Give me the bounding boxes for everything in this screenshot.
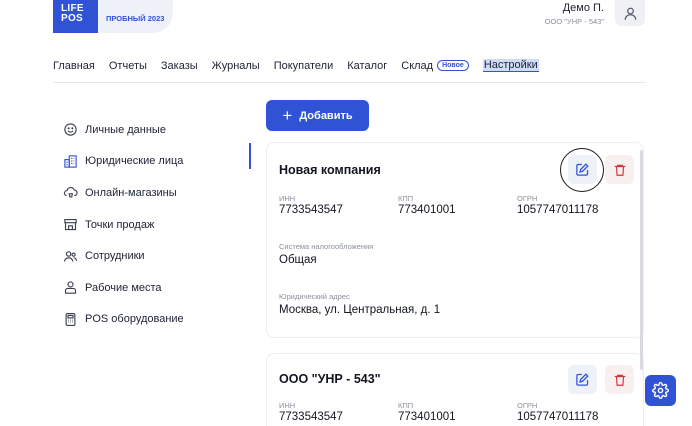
sidebar-item-label: Онлайн-магазины xyxy=(85,186,177,199)
smile-icon xyxy=(62,122,78,138)
kpp-value: 773401001 xyxy=(398,411,456,423)
sidebar-item-legal-entities[interactable]: Юридические лица xyxy=(62,146,252,178)
ogrn-label: ОГРН xyxy=(517,194,538,203)
sidebar-item-pos-equipment[interactable]: POS оборудование xyxy=(62,304,252,336)
trial-label: ПРОБНЫЙ 2023 xyxy=(106,14,165,23)
add-button-label: Добавить xyxy=(299,109,353,122)
logo-line2: POS xyxy=(61,13,84,24)
trash-icon xyxy=(614,164,625,176)
address-label: Юридический адрес xyxy=(279,292,350,301)
new-badge: Новое xyxy=(437,60,469,71)
cloud-shop-icon xyxy=(62,185,78,201)
brand-header: LIFE POS ПРОБНЫЙ 2023 xyxy=(53,0,173,33)
nav-item-orders[interactable]: Заказы xyxy=(161,60,198,72)
nav-item-journals[interactable]: Журналы xyxy=(212,60,260,72)
users-icon xyxy=(62,248,78,264)
kpp-value: 773401001 xyxy=(398,204,456,216)
ogrn-value: 1057747011178 xyxy=(517,204,599,216)
edit-icon xyxy=(576,163,589,176)
content-scrollbar[interactable] xyxy=(640,150,643,370)
company-card: Новая компания ИНН 7733543547 КПП 773401… xyxy=(266,142,644,338)
logo[interactable]: LIFE POS xyxy=(53,0,98,33)
nav-item-reports[interactable]: Отчеты xyxy=(109,60,147,72)
nav-item-warehouse[interactable]: Склад Новое xyxy=(401,60,469,72)
sidebar-item-personal-data[interactable]: Личные данные xyxy=(62,114,252,146)
nav-divider xyxy=(53,82,646,83)
nav-label: Покупатели xyxy=(273,59,334,72)
delete-button[interactable] xyxy=(605,365,634,394)
user-org: ООО "УНР - 543" xyxy=(544,17,604,26)
sidebar-item-employees[interactable]: Сотрудники xyxy=(62,240,252,272)
kpp-label: КПП xyxy=(398,401,414,410)
ogrn-value: 1057747011178 xyxy=(517,411,599,423)
sidebar-item-label: Рабочие места xyxy=(85,281,162,294)
sidebar-item-label: Точки продаж xyxy=(85,218,155,231)
add-button[interactable]: + Добавить xyxy=(266,100,369,131)
sidebar-item-label: Сотрудники xyxy=(85,250,145,263)
trash-icon xyxy=(614,374,625,386)
nav-label: Склад xyxy=(401,59,434,72)
tax-label: Система налогообложения xyxy=(279,242,374,251)
edit-button[interactable] xyxy=(568,365,597,394)
settings-sidebar: Личные данные Юридические лица Онлайн-ма… xyxy=(62,114,252,335)
company-name: Новая компания xyxy=(279,163,381,177)
sidebar-item-online-stores[interactable]: Онлайн-магазины xyxy=(62,177,252,209)
edit-button[interactable] xyxy=(568,155,597,184)
sidebar-active-indicator xyxy=(249,143,251,169)
workplace-icon xyxy=(62,280,78,296)
nav-label: Настройки xyxy=(483,59,538,71)
nav-label: Каталог xyxy=(347,59,388,72)
user-icon xyxy=(624,7,636,20)
gear-icon xyxy=(652,382,669,399)
nav-label: Журналы xyxy=(211,59,260,72)
nav-item-settings[interactable]: Настройки xyxy=(482,59,539,72)
user-name[interactable]: Демо П. xyxy=(563,2,604,14)
nav-label: Заказы xyxy=(160,59,198,72)
avatar[interactable] xyxy=(615,0,645,26)
plus-icon: + xyxy=(282,106,293,125)
nav-label: Главная xyxy=(53,59,95,72)
delete-button[interactable] xyxy=(605,155,634,184)
sidebar-item-label: Личные данные xyxy=(85,123,166,136)
pos-terminal-icon xyxy=(62,311,78,327)
settings-fab-button[interactable] xyxy=(645,375,676,406)
ogrn-label: ОГРН xyxy=(517,401,538,410)
inn-label: ИНН xyxy=(279,194,296,203)
sidebar-item-label: POS оборудование xyxy=(85,313,184,326)
inn-label: ИНН xyxy=(279,401,296,410)
nav-label: Отчеты xyxy=(108,59,147,72)
inn-value: 7733543547 xyxy=(279,411,343,423)
edit-icon xyxy=(576,373,589,386)
nav-item-home[interactable]: Главная xyxy=(53,60,95,72)
main-nav: Главная Отчеты Заказы Журналы Покупатели… xyxy=(53,59,553,72)
sidebar-item-workplaces[interactable]: Рабочие места xyxy=(62,272,252,304)
building-icon xyxy=(62,153,78,169)
company-card: ООО "УНР - 543" ИНН 7733543547 КПП 77340… xyxy=(266,353,644,426)
address-value: Москва, ул. Центральная, д. 1 xyxy=(279,304,441,316)
company-name: ООО "УНР - 543" xyxy=(279,372,381,386)
nav-item-customers[interactable]: Покупатели xyxy=(274,60,334,72)
sidebar-item-points-of-sale[interactable]: Точки продаж xyxy=(62,209,252,241)
tax-value: Общая xyxy=(279,254,317,266)
kpp-label: КПП xyxy=(398,194,414,203)
nav-item-catalog[interactable]: Каталог xyxy=(347,60,387,72)
inn-value: 7733543547 xyxy=(279,204,343,216)
store-icon xyxy=(62,217,78,233)
sidebar-item-label: Юридические лица xyxy=(85,155,184,168)
